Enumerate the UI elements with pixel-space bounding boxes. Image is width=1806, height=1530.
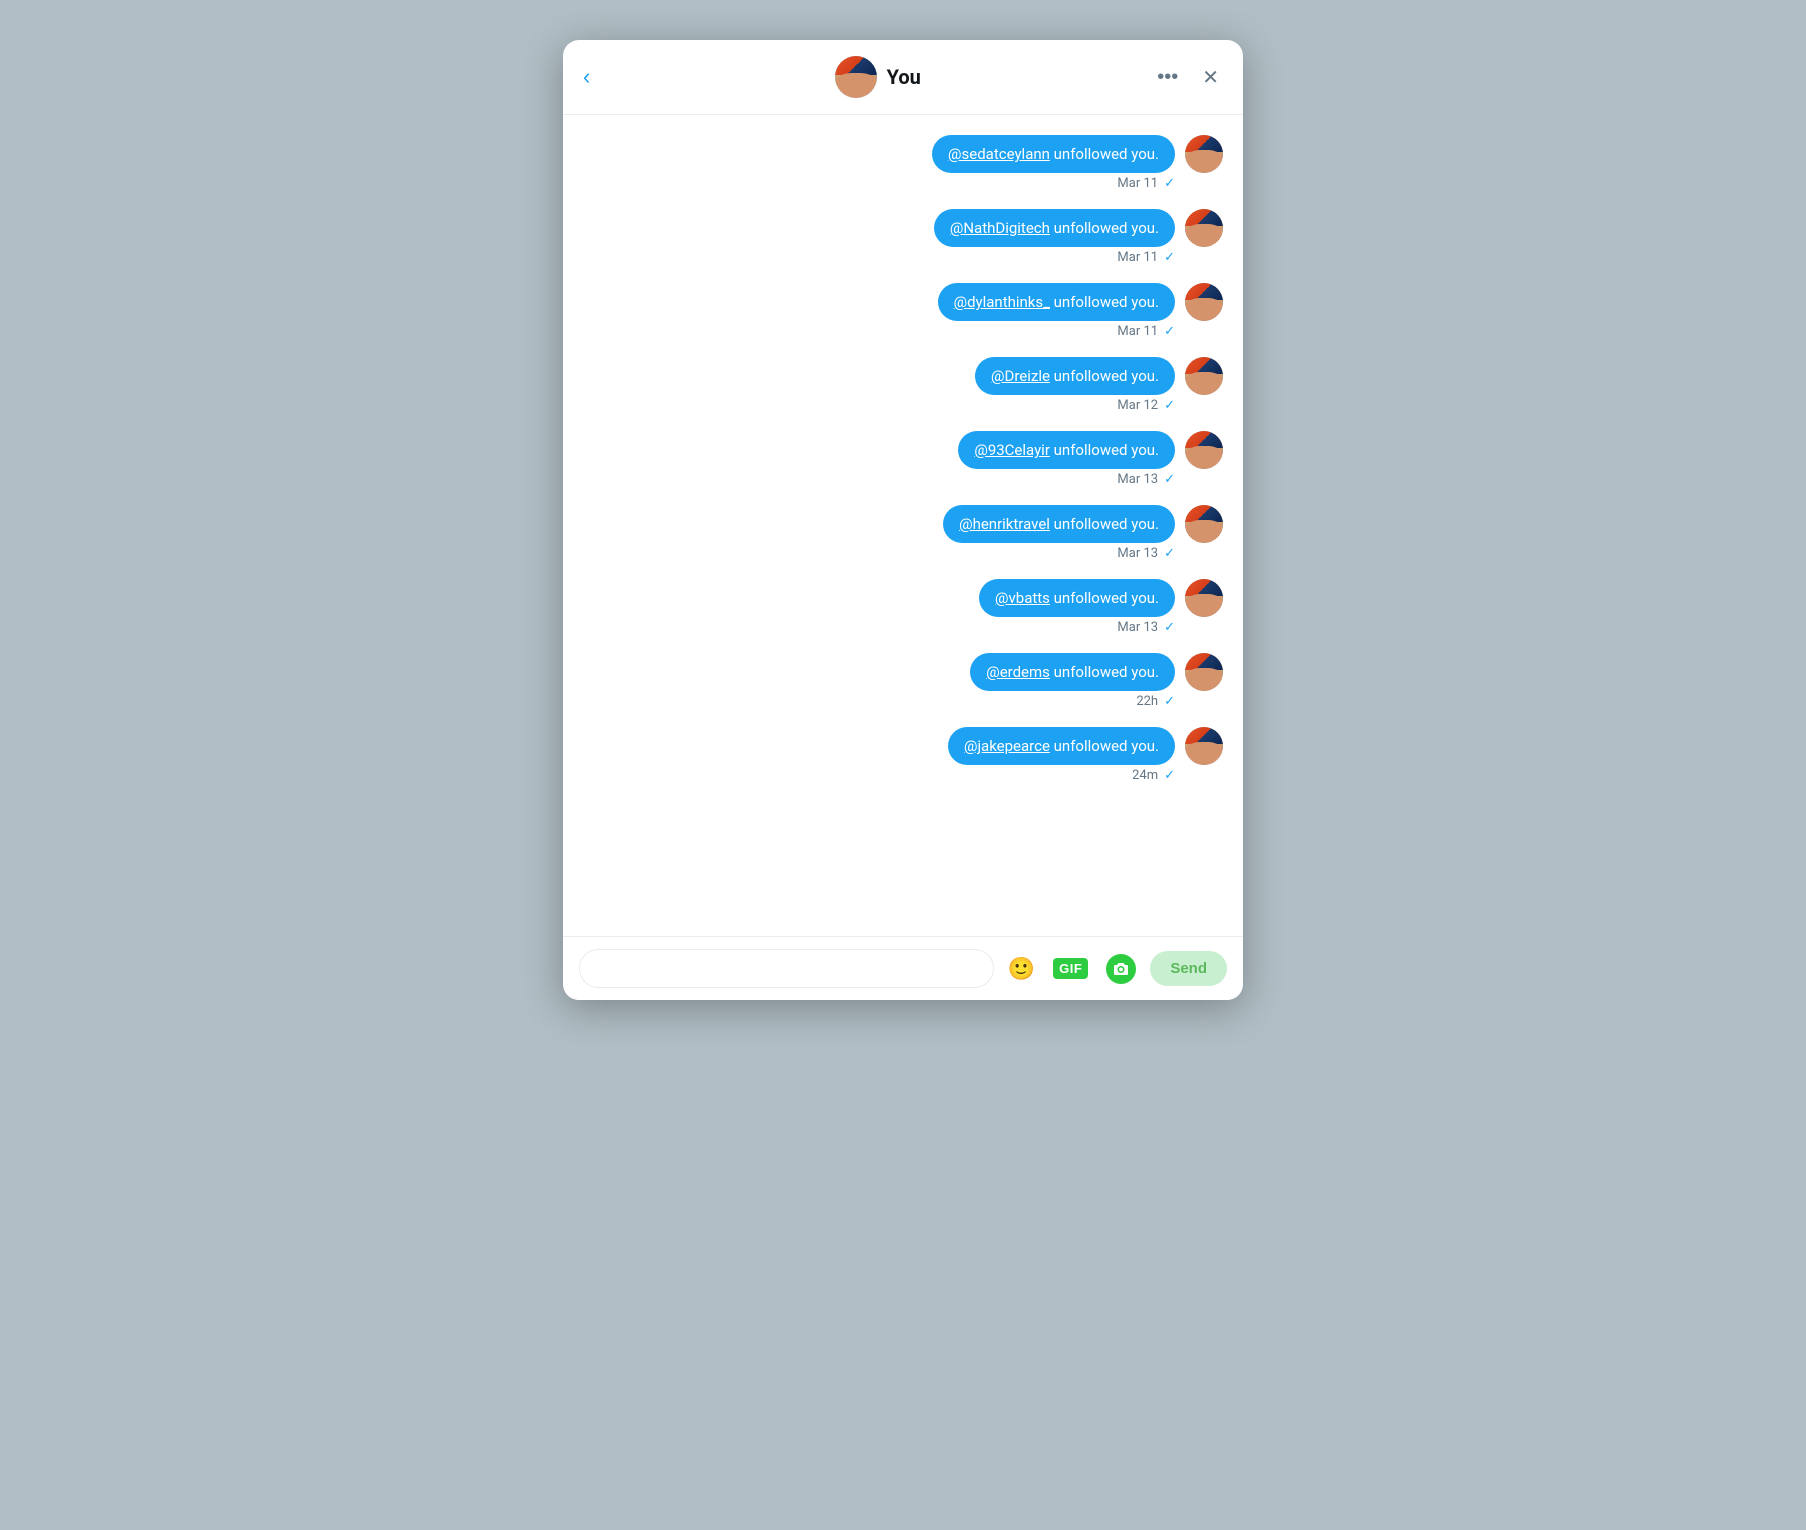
bubble-row: @vbatts unfollowed you. [979,579,1223,617]
message-meta: Mar 13 ✓ [1117,472,1223,487]
camera-icon [1106,954,1136,984]
read-check-icon: ✓ [1164,398,1175,413]
bubble-row: @NathDigitech unfollowed you. [934,209,1223,247]
message-bubble: @sedatceylann unfollowed you. [932,135,1175,173]
message-date: Mar 11 [1117,250,1158,265]
message-bubble: @NathDigitech unfollowed you. [934,209,1175,247]
message-meta: Mar 13 ✓ [1117,620,1223,635]
message-row: @Dreizle unfollowed you. Mar 12 ✓ [583,357,1223,427]
message-row: @NathDigitech unfollowed you. Mar 11 ✓ [583,209,1223,279]
message-meta: Mar 11 ✓ [1117,324,1223,339]
modal-header: ‹ You ••• ✕ [563,40,1243,115]
message-row: @erdems unfollowed you. 22h ✓ [583,653,1223,723]
mention-link[interactable]: @erdems [986,663,1050,681]
message-avatar [1185,209,1223,247]
read-check-icon: ✓ [1164,694,1175,709]
emoji-button[interactable]: 🙂 [1004,952,1039,986]
message-row: @jakepearce unfollowed you. 24m ✓ [583,727,1223,797]
message-bubble: @erdems unfollowed you. [970,653,1175,691]
message-date: Mar 11 [1117,324,1158,339]
read-check-icon: ✓ [1164,176,1175,191]
avatar [835,56,877,98]
message-bubble: @Dreizle unfollowed you. [975,357,1175,395]
back-button[interactable]: ‹ [583,62,602,92]
message-row: @sedatceylann unfollowed you. Mar 11 ✓ [583,135,1223,205]
mention-link[interactable]: @dylanthinks_ [954,293,1050,311]
header-right: ••• ✕ [1153,61,1223,94]
message-bubble: @henriktravel unfollowed you. [943,505,1175,543]
message-date: 22h [1136,694,1158,709]
message-modal: ‹ You ••• ✕ @sedatceylann unfollowed you… [563,40,1243,1000]
gif-button[interactable]: GIF [1049,954,1092,983]
message-row: @dylanthinks_ unfollowed you. Mar 11 ✓ [583,283,1223,353]
modal-title: You [887,65,921,89]
message-bubble: @jakepearce unfollowed you. [948,727,1175,765]
message-meta: 22h ✓ [1136,694,1223,709]
mention-link[interactable]: @henriktravel [959,515,1050,533]
read-check-icon: ✓ [1164,472,1175,487]
mention-link[interactable]: @93Celayir [974,441,1050,459]
message-date: Mar 13 [1117,546,1158,561]
message-avatar [1185,727,1223,765]
message-meta: Mar 11 ✓ [1117,176,1223,191]
message-bubble: @dylanthinks_ unfollowed you. [938,283,1175,321]
message-input[interactable] [579,949,994,988]
message-date: 24m [1132,768,1158,783]
message-row: @henriktravel unfollowed you. Mar 13 ✓ [583,505,1223,575]
bubble-row: @erdems unfollowed you. [970,653,1223,691]
message-avatar [1185,653,1223,691]
bubble-row: @Dreizle unfollowed you. [975,357,1223,395]
mention-link[interactable]: @sedatceylann [948,145,1050,163]
read-check-icon: ✓ [1164,768,1175,783]
bubble-row: @henriktravel unfollowed you. [943,505,1223,543]
message-bubble: @vbatts unfollowed you. [979,579,1175,617]
gif-label: GIF [1053,958,1088,979]
bubble-row: @93Celayir unfollowed you. [958,431,1223,469]
read-check-icon: ✓ [1164,250,1175,265]
message-bubble: @93Celayir unfollowed you. [958,431,1175,469]
input-area: 🙂 GIF Send [563,936,1243,1000]
mention-link[interactable]: @Dreizle [991,367,1050,385]
read-check-icon: ✓ [1164,324,1175,339]
mention-link[interactable]: @vbatts [995,589,1050,607]
read-check-icon: ✓ [1164,620,1175,635]
bubble-row: @jakepearce unfollowed you. [948,727,1223,765]
message-avatar [1185,431,1223,469]
send-button[interactable]: Send [1150,951,1227,986]
close-button[interactable]: ✕ [1198,61,1223,94]
camera-button[interactable] [1102,950,1140,988]
message-date: Mar 12 [1117,398,1158,413]
bubble-row: @sedatceylann unfollowed you. [932,135,1223,173]
mention-link[interactable]: @jakepearce [964,737,1050,755]
message-date: Mar 11 [1117,176,1158,191]
message-meta: Mar 11 ✓ [1117,250,1223,265]
message-date: Mar 13 [1117,472,1158,487]
message-avatar [1185,135,1223,173]
message-meta: 24m ✓ [1132,768,1223,783]
mention-link[interactable]: @NathDigitech [950,219,1050,237]
message-avatar [1185,579,1223,617]
message-avatar [1185,357,1223,395]
message-row: @93Celayir unfollowed you. Mar 13 ✓ [583,431,1223,501]
message-row: @vbatts unfollowed you. Mar 13 ✓ [583,579,1223,649]
message-avatar [1185,505,1223,543]
messages-area: @sedatceylann unfollowed you. Mar 11✓@Na… [563,115,1243,936]
message-meta: Mar 12 ✓ [1117,398,1223,413]
message-avatar [1185,283,1223,321]
header-center: You [602,56,1153,98]
message-date: Mar 13 [1117,620,1158,635]
read-check-icon: ✓ [1164,546,1175,561]
message-meta: Mar 13 ✓ [1117,546,1223,561]
emoji-icon: 🙂 [1008,956,1035,982]
more-options-button[interactable]: ••• [1153,62,1182,93]
bubble-row: @dylanthinks_ unfollowed you. [938,283,1223,321]
